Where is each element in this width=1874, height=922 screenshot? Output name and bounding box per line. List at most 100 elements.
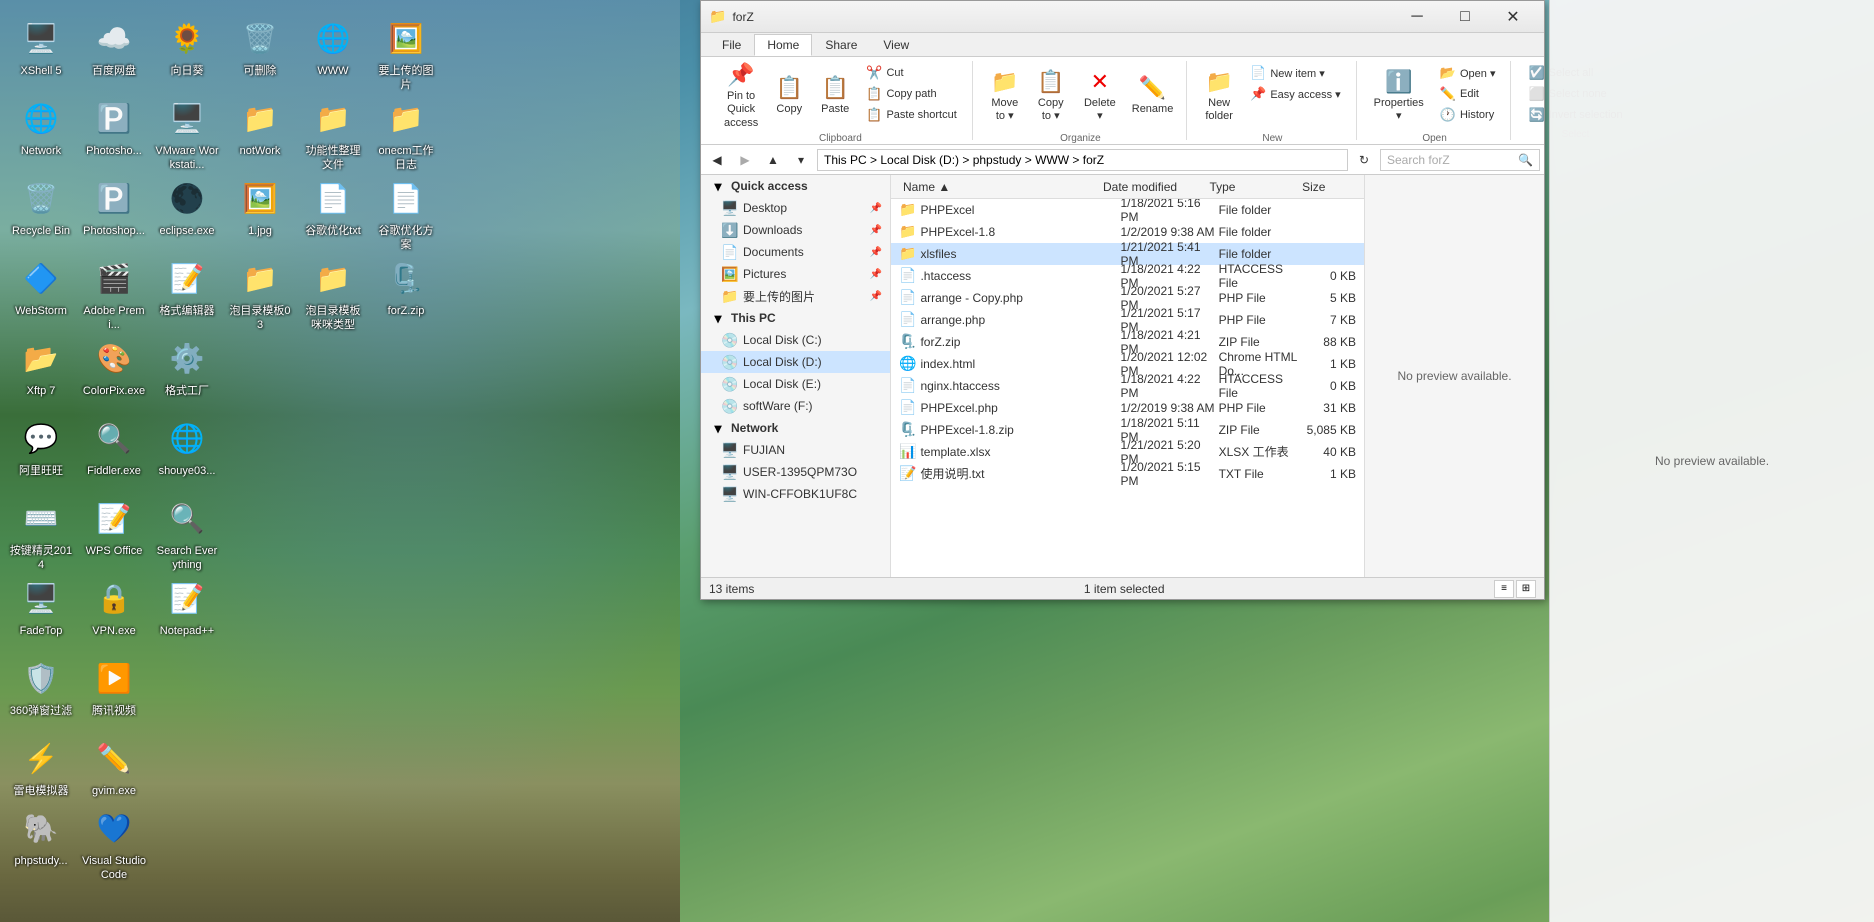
new-item-button[interactable]: 📄 New item ▾ (1243, 63, 1348, 83)
open-button[interactable]: 📂 Open ▾ (1433, 63, 1503, 83)
desktop-icon-geShiGong[interactable]: ⚙️ 格式工厂 (151, 330, 223, 402)
desktop-icon-webstorm[interactable]: 🔷 WebStorm (5, 250, 77, 322)
pin-button[interactable]: 📌 Pin to Quickaccess (717, 63, 765, 129)
refresh-button[interactable]: ↻ (1352, 148, 1376, 172)
desktop-icon-baiduyun[interactable]: ☁️ 百度网盘 (78, 10, 150, 82)
copy-to-button[interactable]: 📋 Copyto ▾ (1029, 63, 1073, 129)
col-date-header[interactable]: Date modified (1099, 180, 1205, 194)
desktop-icon-tengxun[interactable]: ▶️ 腾讯视频 (78, 650, 150, 722)
file-row[interactable]: 📁 PHPExcel 1/18/2021 5:16 PM File folder (891, 199, 1364, 221)
desktop-icon-xftp[interactable]: 📂 Xftp 7 (5, 330, 77, 402)
paste-button[interactable]: 📋 Paste (813, 63, 857, 129)
move-to-button[interactable]: 📁 Moveto ▾ (983, 63, 1027, 129)
desktop-icon-forzzip[interactable]: 🗜️ forZ.zip (370, 250, 442, 322)
desktop-icon-geshibian[interactable]: 📝 格式编辑器 (151, 250, 223, 322)
delete-button[interactable]: ✕ Delete ▾ (1075, 63, 1125, 129)
nav-downloads[interactable]: ⬇️ Downloads 📌 (701, 219, 890, 241)
desktop-icon-vmware[interactable]: 🖥️ VMware Workstati... (151, 90, 223, 177)
cut-button[interactable]: ✂️ Cut (859, 63, 964, 83)
file-row[interactable]: 📝 使用说明.txt 1/20/2021 5:15 PM TXT File 1 … (891, 463, 1364, 485)
desktop-icon-vpn[interactable]: 🔒 VPN.exe (78, 570, 150, 642)
col-size-header[interactable]: Size (1298, 180, 1356, 194)
desktop-icon-anjian[interactable]: ⌨️ 按键精灵2014 (5, 490, 77, 577)
edit-button[interactable]: ✏️ Edit (1433, 84, 1503, 104)
nav-quick-access[interactable]: ▾ Quick access (701, 175, 890, 197)
desktop-icon-xiangdian[interactable]: 🌻 向日葵 (151, 10, 223, 82)
desktop-icon-gongneng[interactable]: 📁 功能性整理文件 (297, 90, 369, 177)
history-button[interactable]: 🕐 History (1433, 105, 1503, 125)
desktop-icon-eclipse[interactable]: 🌑 eclipse.exe (151, 170, 223, 242)
col-type-header[interactable]: Type (1205, 180, 1298, 194)
tab-share[interactable]: Share (812, 34, 870, 56)
minimize-button[interactable]: ─ (1394, 2, 1440, 32)
copy-large-button[interactable]: 📋 Copy (767, 63, 811, 129)
desktop-icon-fadetop[interactable]: 🖥️ FadeTop (5, 570, 77, 642)
back-button[interactable]: ◀ (705, 148, 729, 172)
copy-path-button[interactable]: 📋 Copy path (859, 84, 964, 104)
desktop-icon-network[interactable]: 🌐 Network (5, 90, 77, 162)
nav-yaoshang[interactable]: 📁 要上传的图片 📌 (701, 285, 890, 307)
properties-button[interactable]: ℹ️ Properties ▾ (1367, 63, 1431, 129)
close-button[interactable]: ✕ (1490, 2, 1536, 32)
desktop-icon-search[interactable]: 🔍 Search Everything (151, 490, 223, 577)
desktop-icon-adobe[interactable]: 🎬 Adobe Premi... (78, 250, 150, 337)
up-button[interactable]: ▲ (761, 148, 785, 172)
tab-file[interactable]: File (709, 34, 754, 56)
address-path[interactable]: This PC > Local Disk (D:) > phpstudy > W… (817, 149, 1348, 171)
desktop-icon-onecm[interactable]: 📁 onecm工作日志 (370, 90, 442, 177)
desktop-icon-gvim[interactable]: ✏️ gvim.exe (78, 730, 150, 802)
desktop-icon-colorpix[interactable]: 🎨 ColorPix.exe (78, 330, 150, 402)
recent-button[interactable]: ▾ (789, 148, 813, 172)
desktop-icon-notepad[interactable]: 📝 Notepad++ (151, 570, 223, 642)
details-view-button[interactable]: ≡ (1494, 580, 1514, 598)
adobe-icon: 🎬 (90, 254, 138, 302)
desktop-icon-xshell[interactable]: 🖥️ XShell 5 (5, 10, 77, 82)
paste-shortcut-button[interactable]: 📋 Paste shortcut (859, 105, 964, 125)
nav-disk-c[interactable]: 💿 Local Disk (C:) (701, 329, 890, 351)
new-folder-button[interactable]: 📁 Newfolder (1197, 63, 1241, 129)
desktop-icon-vscode[interactable]: 💙 Visual Studio Code (78, 800, 150, 887)
nav-network[interactable]: ▾ Network (701, 417, 890, 439)
disk-f-label: softWare (F:) (743, 399, 882, 413)
desktop-icon-loumu[interactable]: 📁 泡目录模板03 (224, 250, 296, 337)
forward-button[interactable]: ▶ (733, 148, 757, 172)
nav-disk-d[interactable]: 💿 Local Disk (D:) (701, 351, 890, 373)
nav-win[interactable]: 🖥️ WIN-CFFOBK1UF8C (701, 483, 890, 505)
desktop-icon-shouye[interactable]: 🌐 shouye03... (151, 410, 223, 482)
nav-desktop[interactable]: 🖥️ Desktop 📌 (701, 197, 890, 219)
desktop-icon-www[interactable]: 🌐 WWW (297, 10, 369, 82)
desktop-icon-notwork[interactable]: 📁 notWork (224, 90, 296, 162)
nav-documents[interactable]: 📄 Documents 📌 (701, 241, 890, 263)
tab-view[interactable]: View (870, 34, 922, 56)
nav-disk-e[interactable]: 💿 Local Disk (E:) (701, 373, 890, 395)
search-box[interactable]: Search forZ 🔍 (1380, 149, 1540, 171)
easy-access-button[interactable]: 📌 Easy access ▾ (1243, 84, 1348, 104)
tab-home[interactable]: Home (754, 34, 812, 56)
large-icons-view-button[interactable]: ⊞ (1516, 580, 1536, 598)
desktop-icon-alimama[interactable]: 💬 阿里旺旺 (5, 410, 77, 482)
desktop-icon-youhuafang[interactable]: 📄 谷歌优化方案 (370, 170, 442, 257)
nav-this-pc[interactable]: ▾ This PC (701, 307, 890, 329)
nav-user1395[interactable]: 🖥️ USER-1395QPM73O (701, 461, 890, 483)
desktop-icon-recycle[interactable]: 🗑️ Recycle Bin (5, 170, 77, 242)
file-row[interactable]: 📄 nginx.htaccess 1/18/2021 4:22 PM HTACC… (891, 375, 1364, 397)
nav-pictures[interactable]: 🖼️ Pictures 📌 (701, 263, 890, 285)
col-name-header[interactable]: Name ▲ (899, 180, 1099, 194)
desktop-icon-1jpg[interactable]: 🖼️ 1.jpg (224, 170, 296, 242)
desktop-icon-wps[interactable]: 📝 WPS Office (78, 490, 150, 562)
nav-disk-f[interactable]: 💿 softWare (F:) (701, 395, 890, 417)
desktop-icon-keshan[interactable]: 🗑️ 可删除 (224, 10, 296, 82)
desktop-icon-fiddler[interactable]: 🔍 Fiddler.exe (78, 410, 150, 482)
desktop-icon-photoshop[interactable]: 🅿️ Photosho... (78, 90, 150, 162)
desktop-icon-photoshop2[interactable]: 🅿️ Photoshop... (78, 170, 150, 242)
desktop-icon-360[interactable]: 🛡️ 360弹窗过滤 (5, 650, 77, 722)
desktop-icon-leidian[interactable]: ⚡ 雷电模拟器 (5, 730, 77, 802)
desktop-icon-loumu2[interactable]: 📁 泡目录模板咪咪类型 (297, 250, 369, 337)
desktop-icon-phpstudy[interactable]: 🐘 phpstudy... (5, 800, 77, 872)
desktop-icon-youhua[interactable]: 📄 谷歌优化txt (297, 170, 369, 242)
rename-button[interactable]: ✏️ Rename (1127, 63, 1178, 129)
maximize-button[interactable]: □ (1442, 2, 1488, 32)
desktop-icon-yaoshangtu[interactable]: 🖼️ 要上传的图片 (370, 10, 442, 97)
nav-fujian[interactable]: 🖥️ FUJIAN (701, 439, 890, 461)
gvim-icon: ✏️ (90, 734, 138, 782)
